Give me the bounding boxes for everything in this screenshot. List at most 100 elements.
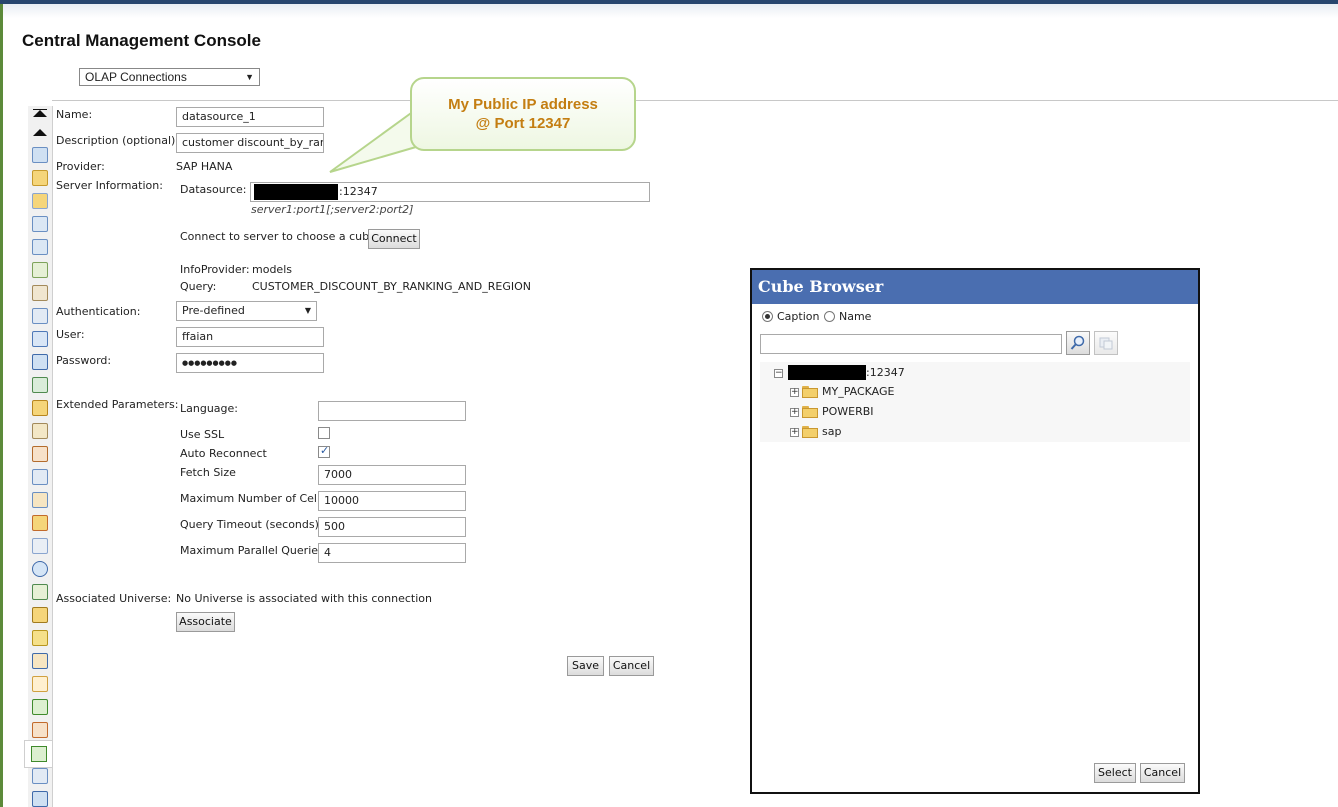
auto-reconnect-checkbox[interactable]: ✓	[318, 444, 330, 458]
search-button[interactable]	[1066, 331, 1090, 355]
query-timeout-label: Query Timeout (seconds)	[180, 518, 319, 531]
language-label: Language:	[180, 402, 238, 415]
name-radio-label: Name	[839, 310, 872, 323]
grid-icon[interactable]	[32, 469, 48, 485]
mail-icon[interactable]	[32, 308, 48, 324]
query-timeout-input[interactable]: 500	[318, 517, 466, 537]
access-levels-icon[interactable]	[32, 285, 48, 301]
password-input[interactable]: ●●●●●●●●●	[176, 353, 324, 373]
max-parallel-label: Maximum Parallel Queries	[180, 544, 324, 557]
servers-icon[interactable]	[32, 331, 48, 347]
expand-icon[interactable]: +	[790, 428, 799, 437]
authentication-label: Authentication:	[56, 305, 141, 318]
settings-icon[interactable]	[32, 446, 48, 462]
categories-icon[interactable]	[32, 239, 48, 255]
use-ssl-label: Use SSL	[180, 428, 225, 441]
alert-icon[interactable]	[32, 515, 48, 531]
caption-radio[interactable]	[762, 311, 773, 322]
window-icon[interactable]	[32, 538, 48, 554]
cube-browser-title: Cube Browser	[752, 270, 1198, 304]
callout-line-1: My Public IP address	[448, 96, 598, 113]
authentication-select[interactable]: Pre-defined ▼	[176, 301, 317, 321]
plug-icon[interactable]	[32, 699, 48, 715]
query-label: Query:	[180, 280, 217, 293]
cube-cancel-button[interactable]: Cancel	[1140, 763, 1185, 783]
fetch-size-label: Fetch Size	[180, 466, 236, 479]
associated-universe-value: No Universe is associated with this conn…	[176, 592, 432, 605]
datasource-port-text: :12347	[339, 185, 378, 198]
federation-icon[interactable]	[32, 722, 48, 738]
connect-button[interactable]: Connect	[368, 229, 420, 249]
datasource-label: Datasource:	[180, 183, 247, 196]
folder-icon[interactable]	[32, 170, 48, 186]
tree-item-sap[interactable]: sap	[822, 425, 841, 438]
refresh-button[interactable]	[1094, 331, 1118, 355]
inbox-icon[interactable]	[32, 216, 48, 232]
max-cells-input[interactable]: 10000	[318, 491, 466, 511]
tree-item-powerbi[interactable]: POWERBI	[822, 405, 874, 418]
name-label: Name:	[56, 108, 93, 121]
window-edge	[0, 4, 3, 807]
cube-search-input[interactable]	[760, 334, 1062, 354]
network-icon[interactable]	[32, 354, 48, 370]
page-title: Central Management Console	[22, 31, 261, 50]
users-icon[interactable]	[32, 262, 48, 278]
user-label: User:	[56, 328, 85, 341]
tree-item-my-package[interactable]: MY_PACKAGE	[822, 385, 894, 398]
use-ssl-checkbox[interactable]	[318, 427, 330, 439]
key-icon[interactable]	[32, 630, 48, 646]
lock-icon[interactable]	[32, 607, 48, 623]
max-parallel-input[interactable]: 4	[318, 543, 466, 563]
view-dropdown-value: OLAP Connections	[85, 70, 187, 84]
chart-icon[interactable]	[32, 584, 48, 600]
table-icon[interactable]	[32, 492, 48, 508]
associate-button[interactable]: Associate	[176, 612, 235, 632]
collapse-icon[interactable]: −	[774, 369, 783, 378]
folder-user-icon[interactable]	[32, 193, 48, 209]
cylinder-icon[interactable]	[32, 400, 48, 416]
scroll-top-icon[interactable]	[33, 110, 47, 117]
save-button[interactable]: Save	[567, 656, 604, 676]
calendar-icon[interactable]	[32, 423, 48, 439]
expand-icon[interactable]: +	[790, 408, 799, 417]
sparkle-icon[interactable]	[32, 676, 48, 692]
select-button[interactable]: Select	[1094, 763, 1136, 783]
redacted-ip-block	[254, 184, 338, 200]
search-icon	[1070, 335, 1085, 350]
scroll-up-icon[interactable]	[33, 129, 47, 136]
cancel-button[interactable]: Cancel	[609, 656, 654, 676]
infoprovider-label: InfoProvider:	[180, 263, 250, 276]
view-dropdown[interactable]: OLAP Connections ▼	[79, 68, 260, 86]
extended-parameters-label: Extended Parameters:	[56, 398, 179, 411]
monitor-icon[interactable]	[32, 653, 48, 669]
report-icon[interactable]	[32, 768, 48, 784]
folder-icon	[802, 386, 818, 398]
cube-tree: − :12347 + MY_PACKAGE + POWERBI + sap	[760, 362, 1190, 442]
refresh-icon	[1099, 337, 1113, 350]
checkmark-icon: ✓	[320, 444, 330, 457]
language-input[interactable]	[318, 401, 466, 421]
expand-icon[interactable]: +	[790, 388, 799, 397]
provider-label: Provider:	[56, 160, 105, 173]
fetch-size-input[interactable]: 7000	[318, 465, 466, 485]
redacted-ip-block	[788, 365, 866, 380]
instance-icon[interactable]	[32, 791, 48, 807]
authentication-value: Pre-defined	[182, 304, 245, 317]
olap-connections-tab-active[interactable]	[24, 740, 52, 768]
auto-reconnect-label: Auto Reconnect	[180, 447, 267, 460]
chevron-down-icon: ▼	[245, 72, 254, 82]
name-radio[interactable]	[824, 311, 835, 322]
max-cells-label: Maximum Number of Cells	[180, 492, 326, 505]
tree-root-label[interactable]: :12347	[866, 366, 905, 379]
callout-line-2: @ Port 12347	[475, 115, 571, 132]
server-information-label: Server Information:	[56, 179, 163, 192]
olap-connection-icon	[31, 746, 47, 762]
infoprovider-value: models	[252, 263, 292, 276]
description-input[interactable]: customer discount_by_rankin	[176, 133, 324, 153]
user-input[interactable]: ffaian	[176, 327, 324, 347]
database-icon[interactable]	[32, 377, 48, 393]
connection-icon[interactable]	[32, 147, 48, 163]
name-input[interactable]: datasource_1	[176, 107, 324, 127]
info-icon[interactable]	[32, 561, 48, 577]
divider	[52, 100, 1338, 101]
